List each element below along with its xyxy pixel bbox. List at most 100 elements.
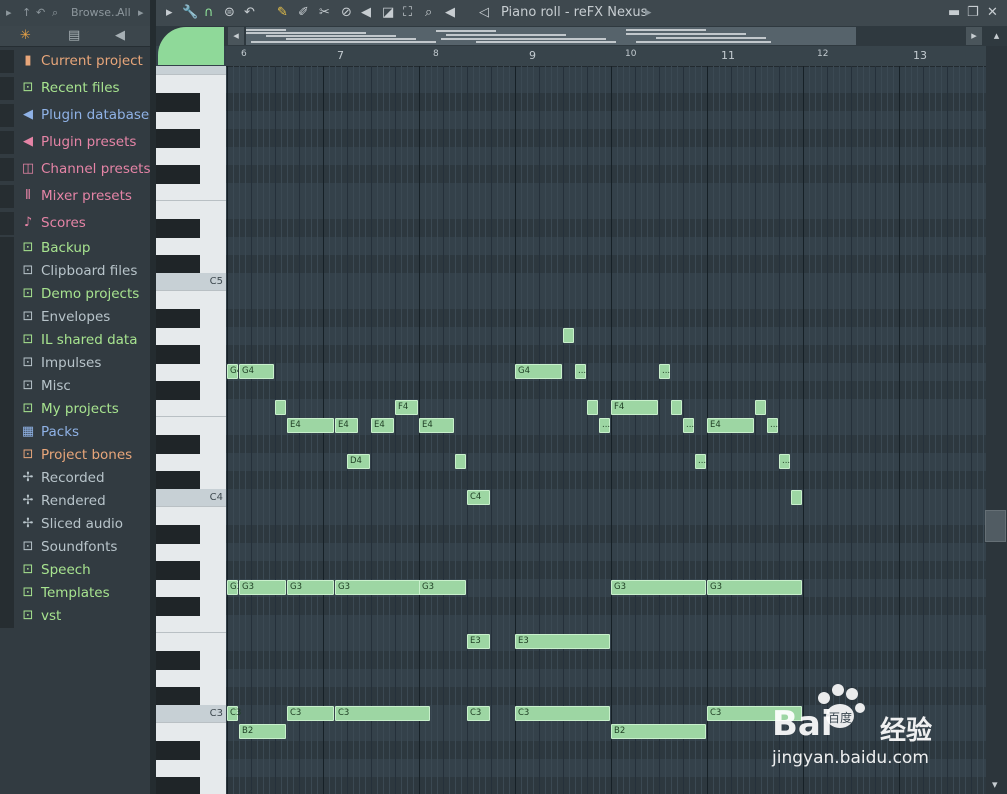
- note[interactable]: G4: [239, 364, 274, 379]
- browser-item-plugin-database[interactable]: ◀ Plugin database: [0, 104, 150, 127]
- overview-scrollbar[interactable]: [246, 27, 856, 45]
- arrow-right-icon[interactable]: ▸: [6, 6, 12, 19]
- paint-icon[interactable]: ✐: [298, 5, 309, 20]
- browser-item-vst[interactable]: ⊡ vst: [0, 605, 150, 628]
- tab-file-icon[interactable]: ▤: [68, 28, 80, 43]
- black-key[interactable]: [156, 129, 200, 148]
- black-key[interactable]: [156, 93, 200, 112]
- delete-tool-icon[interactable]: ✂: [319, 5, 330, 20]
- note[interactable]: C3: [287, 706, 334, 721]
- browser-item-templates[interactable]: ⊡ Templates: [0, 582, 150, 605]
- mute-tool-icon[interactable]: ⊘: [341, 5, 352, 20]
- black-key[interactable]: [156, 597, 200, 616]
- c-key[interactable]: C5: [156, 273, 226, 291]
- browser-item-impulses[interactable]: ⊡ Impulses: [0, 352, 150, 375]
- note[interactable]: ...: [695, 454, 706, 469]
- browser-item-scores[interactable]: ♪ Scores: [0, 212, 150, 235]
- vertical-scroll-thumb[interactable]: [985, 510, 1006, 542]
- note[interactable]: B2: [239, 724, 286, 739]
- note[interactable]: [587, 400, 598, 415]
- note[interactable]: E4: [287, 418, 334, 433]
- black-key[interactable]: [156, 309, 200, 328]
- piano-keyboard[interactable]: C5 C4 C3: [156, 66, 226, 794]
- menu-arrow-icon[interactable]: ▸: [166, 5, 173, 20]
- note[interactable]: G4: [227, 364, 242, 379]
- note[interactable]: G3: [227, 580, 242, 595]
- browser-item-recorded[interactable]: ✢ Recorded: [0, 467, 150, 490]
- browser-item-soundfonts[interactable]: ⊡ Soundfonts: [0, 536, 150, 559]
- black-key[interactable]: [156, 345, 200, 364]
- browser-item-my-projects[interactable]: ⊡ My projects: [0, 398, 150, 421]
- note[interactable]: C3: [515, 706, 610, 721]
- undo-icon[interactable]: ↶: [244, 5, 255, 20]
- note[interactable]: G3: [419, 580, 466, 595]
- note[interactable]: G3: [239, 580, 286, 595]
- browser-item-recent-files[interactable]: ⊡ Recent files: [0, 77, 150, 100]
- scroll-down-icon[interactable]: ▾: [992, 778, 998, 791]
- browser-item-backup[interactable]: ⊡ Backup: [0, 237, 150, 260]
- back-icon[interactable]: ↶: [36, 6, 45, 19]
- note[interactable]: [563, 328, 574, 343]
- browser-filter[interactable]: All: [117, 6, 131, 19]
- tab-all-icon[interactable]: ✳: [20, 28, 31, 43]
- pencil-icon[interactable]: ✎: [277, 5, 288, 20]
- note[interactable]: C3: [467, 706, 490, 721]
- note[interactable]: E3: [515, 634, 610, 649]
- note[interactable]: G3: [611, 580, 706, 595]
- black-key[interactable]: [156, 255, 200, 274]
- note[interactable]: B2: [611, 724, 706, 739]
- note[interactable]: [671, 400, 682, 415]
- note[interactable]: E3: [467, 634, 490, 649]
- browser-item-packs[interactable]: ▦ Packs: [0, 421, 150, 444]
- browser-item-clipboard-files[interactable]: ⊡ Clipboard files: [0, 260, 150, 283]
- wrench-icon[interactable]: 🔧: [182, 5, 198, 20]
- playback-icon[interactable]: ◀: [445, 5, 455, 20]
- note[interactable]: F4: [395, 400, 418, 415]
- magnet-icon[interactable]: ∩: [204, 5, 214, 20]
- scroll-up-icon[interactable]: ▴: [988, 27, 1005, 45]
- speaker-mute-icon[interactable]: ◀: [361, 5, 371, 20]
- note[interactable]: C3: [335, 706, 430, 721]
- note[interactable]: C3: [227, 706, 241, 721]
- browser-item-speech[interactable]: ⊡ Speech: [0, 559, 150, 582]
- browser-item-mixer-presets[interactable]: ⫴ Mixer presets: [0, 185, 150, 208]
- close-icon[interactable]: ✕: [987, 5, 998, 20]
- c-key[interactable]: C3: [156, 705, 226, 723]
- vertical-scrollbar[interactable]: [986, 46, 1007, 794]
- note[interactable]: D4: [347, 454, 370, 469]
- black-key[interactable]: [156, 525, 200, 544]
- black-key[interactable]: [156, 435, 200, 454]
- browser-item-project-bones[interactable]: ⊡ Project bones: [0, 444, 150, 467]
- note[interactable]: [275, 400, 286, 415]
- up-arrow-icon[interactable]: ↑: [22, 6, 31, 19]
- black-key[interactable]: [156, 471, 200, 490]
- note[interactable]: G3: [287, 580, 334, 595]
- black-key[interactable]: [156, 219, 200, 238]
- stamp-icon[interactable]: ⊜: [224, 5, 235, 20]
- select-icon[interactable]: ⛶: [403, 5, 412, 20]
- speaker-icon[interactable]: ◁: [479, 5, 489, 20]
- browser-item-misc[interactable]: ⊡ Misc: [0, 375, 150, 398]
- title-arrow-icon[interactable]: ▸: [645, 5, 652, 20]
- zoom-icon[interactable]: ⌕: [425, 5, 432, 20]
- black-key[interactable]: [156, 561, 200, 580]
- arrow-right-icon[interactable]: ▸: [138, 6, 144, 19]
- browser-item-current-project[interactable]: ▮ Current project: [0, 50, 150, 73]
- note[interactable]: G4: [515, 364, 562, 379]
- minimize-icon[interactable]: ▬: [948, 5, 960, 20]
- browser-item-channel-presets[interactable]: ◫ Channel presets: [0, 158, 151, 181]
- black-key[interactable]: [156, 687, 200, 706]
- c-key[interactable]: C4: [156, 489, 226, 507]
- note[interactable]: ...: [599, 418, 610, 433]
- note[interactable]: [755, 400, 766, 415]
- browser-item-il-shared-data[interactable]: ⊡ IL shared data: [0, 329, 150, 352]
- black-key[interactable]: [156, 165, 200, 184]
- restore-icon[interactable]: ❐: [967, 5, 979, 20]
- scroll-left-icon[interactable]: ◂: [228, 27, 244, 45]
- tab-speaker-icon[interactable]: ◀: [115, 28, 125, 43]
- note[interactable]: ...: [779, 454, 790, 469]
- browser-item-plugin-presets[interactable]: ◀ Plugin presets: [0, 131, 150, 154]
- black-key[interactable]: [156, 381, 200, 400]
- black-key[interactable]: [156, 777, 200, 794]
- note[interactable]: G3: [707, 580, 802, 595]
